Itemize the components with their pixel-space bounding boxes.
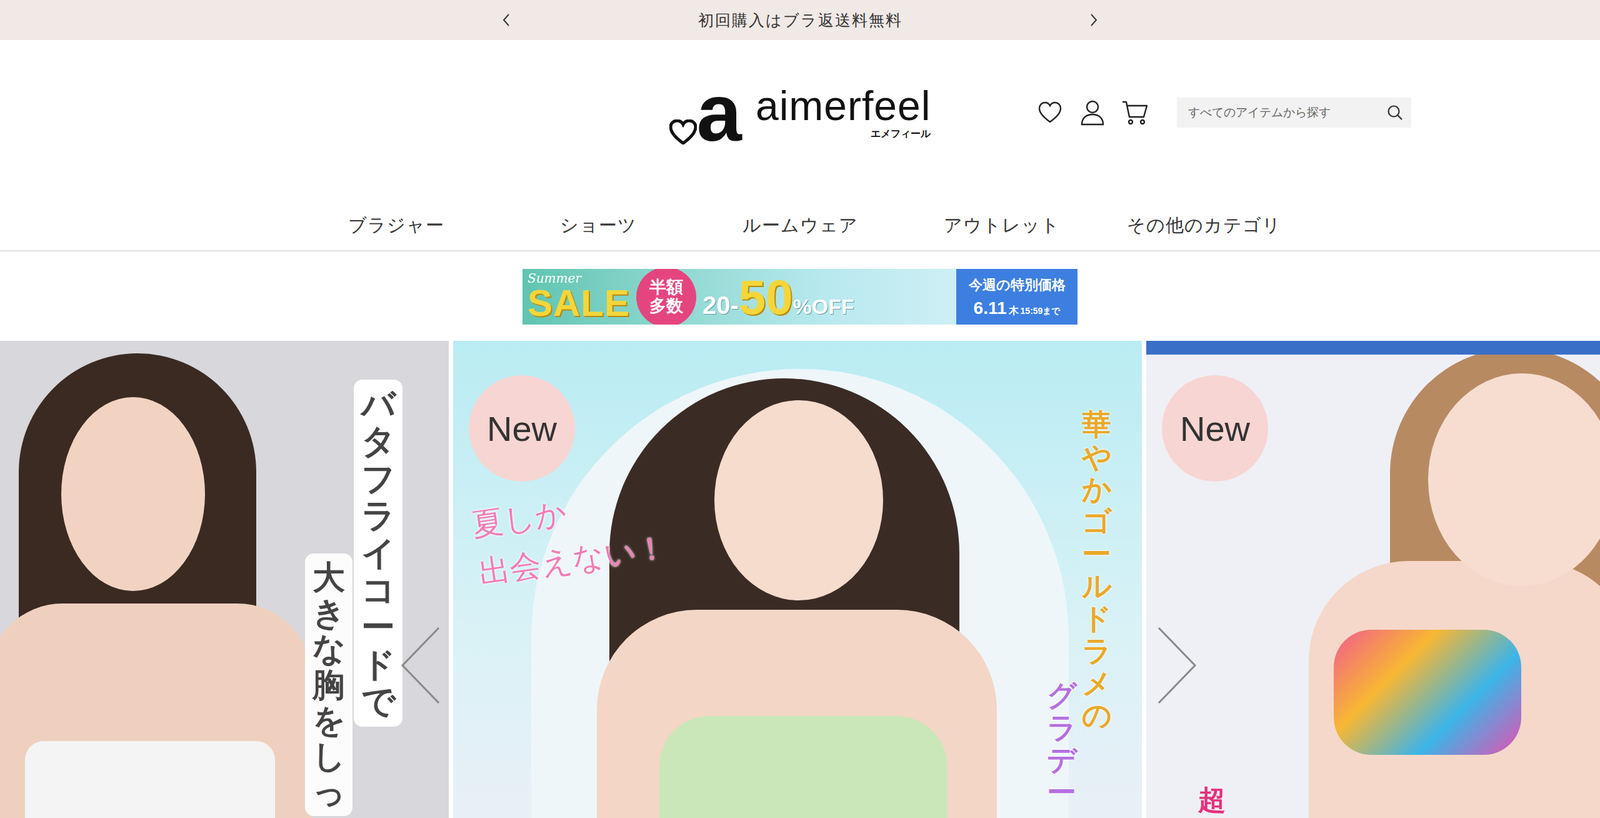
sale-badge: 半額多数	[636, 268, 697, 325]
search-input[interactable]	[1186, 105, 1387, 120]
logo-kana: エメフィール	[870, 127, 931, 141]
chevron-right-icon	[1089, 13, 1099, 27]
chevron-left-icon	[501, 13, 511, 27]
new-badge: New	[468, 375, 575, 482]
nav-item[interactable]: ブラジャー	[295, 213, 498, 250]
announcement-next-button[interactable]	[1081, 7, 1107, 33]
account-button[interactable]	[1078, 98, 1107, 127]
user-icon	[1080, 99, 1105, 126]
hero-carousel: バタフライコードで大きな胸をしっ New 夏しか出会えない！華やかゴールドラメの…	[0, 340, 1600, 818]
cart-button[interactable]	[1120, 98, 1150, 127]
announcement-text: 初回購入はブラ返送料無料	[518, 10, 1082, 31]
page: 初回購入はブラ返送料無料 a aimerfeel エメフィール ブラジャーショー…	[0, 0, 1600, 818]
favorites-button[interactable]	[1035, 98, 1065, 127]
nav-item[interactable]: ルームウェア	[699, 213, 902, 250]
slide-caption: 大きな胸をしっ	[305, 553, 353, 816]
header: a aimerfeel エメフィール	[0, 40, 1600, 185]
sale-title: SALE	[527, 284, 630, 322]
sale-discount: 20- 50 %OFF	[702, 272, 855, 322]
search-icon[interactable]	[1386, 103, 1404, 122]
logo[interactable]: a aimerfeel エメフィール	[669, 75, 932, 150]
sale-script: Summer	[527, 271, 630, 285]
carousel-slide[interactable]: バタフライコードで大きな胸をしっ	[0, 340, 449, 818]
announcement-prev-button[interactable]	[493, 7, 519, 33]
sale-deadline: 今週の特別価格 6.11木15:59まで	[956, 268, 1078, 325]
cart-icon	[1121, 99, 1149, 126]
slide-caption: 華やかゴールドラメの	[1081, 408, 1112, 732]
sale-banner[interactable]: Summer SALE 半額多数 20- 50 %OFF 今週の特別価格 6.1…	[522, 268, 1078, 325]
chevron-left-icon	[400, 625, 442, 705]
nav-item[interactable]: ショーツ	[497, 213, 700, 250]
heart-logo-icon	[669, 119, 697, 145]
carousel-slide[interactable]: New 超	[1146, 340, 1600, 818]
logo-mark: a	[669, 75, 742, 150]
carousel-next-button[interactable]	[1156, 625, 1198, 705]
new-badge: New	[1161, 375, 1269, 482]
slide-caption: 超	[1198, 784, 1226, 815]
heart-icon	[1037, 100, 1063, 125]
logo-name: aimerfeel	[755, 85, 931, 127]
search-box	[1176, 97, 1412, 128]
carousel-slide[interactable]: New 夏しか出会えない！華やかゴールドラメのグラデー	[453, 340, 1142, 818]
nav-item[interactable]: アウトレット	[901, 213, 1104, 250]
carousel-prev-button[interactable]	[400, 625, 442, 705]
category-nav: ブラジャーショーツルームウェアアウトレットその他のカテゴリ	[0, 185, 1600, 252]
slide-caption: グラデー	[1046, 678, 1077, 809]
nav-item[interactable]: その他のカテゴリ	[1103, 213, 1305, 250]
chevron-right-icon	[1156, 625, 1198, 705]
slide-caption: バタフライコードで	[353, 379, 403, 727]
announcement-bar: 初回購入はブラ返送料無料	[0, 0, 1600, 40]
